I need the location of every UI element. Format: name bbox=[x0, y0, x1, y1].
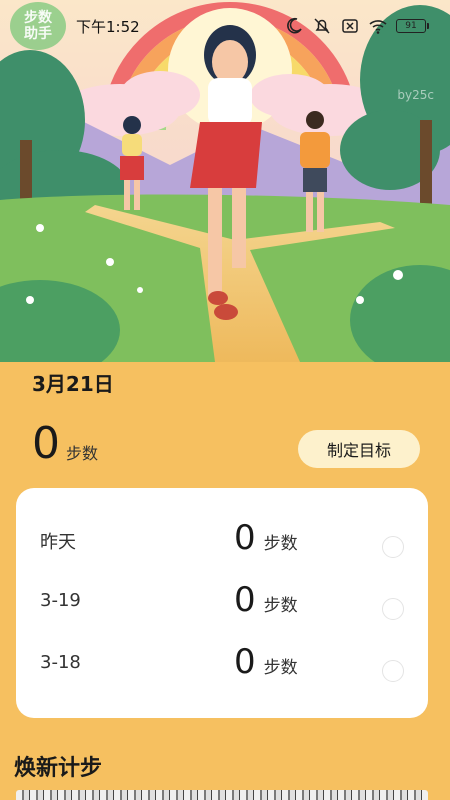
steps-panel: 3月21日 0 步数 制定目标 昨天 0 步数 3-19 0 步数 3-18 0 bbox=[0, 362, 450, 800]
history-row-steps: 0 bbox=[234, 580, 256, 620]
status-bar: 步数 助手 下午1:52 91 bbox=[0, 0, 450, 52]
sim-off-icon bbox=[342, 19, 358, 33]
section-title: 焕新计步 bbox=[14, 756, 103, 781]
today-steps: 0 步数 bbox=[32, 422, 98, 466]
section-preview-image[interactable] bbox=[16, 790, 428, 800]
walking-path-illustration bbox=[0, 0, 450, 362]
history-row-radio[interactable] bbox=[382, 660, 404, 682]
history-row-count: 0 步数 bbox=[234, 642, 298, 682]
history-row-steps: 0 bbox=[234, 642, 256, 682]
history-row-unit: 步数 bbox=[263, 596, 298, 616]
bell-muted-icon bbox=[314, 18, 330, 34]
status-time: 下午1:52 bbox=[76, 17, 140, 36]
battery-icon: 91 bbox=[396, 19, 429, 33]
history-row-label: 3-18 bbox=[40, 652, 81, 673]
history-row-label: 3-19 bbox=[40, 590, 81, 611]
status-left: 步数 助手 下午1:52 bbox=[10, 2, 140, 50]
history-card: 昨天 0 步数 3-19 0 步数 3-18 0 步数 bbox=[16, 488, 428, 718]
history-row[interactable]: 3-18 0 步数 bbox=[16, 642, 428, 704]
today-steps-count: 0 bbox=[32, 418, 60, 469]
status-icons: 91 bbox=[284, 16, 429, 36]
today-steps-unit: 步数 bbox=[66, 444, 99, 463]
app-badge-line-2: 助手 bbox=[24, 26, 52, 42]
hero-illustration bbox=[0, 0, 450, 362]
history-row-label: 昨天 bbox=[40, 532, 76, 553]
wifi-icon bbox=[369, 20, 387, 34]
history-row[interactable]: 3-19 0 步数 bbox=[16, 580, 428, 642]
app-badge[interactable]: 步数 助手 bbox=[10, 2, 66, 50]
history-row-unit: 步数 bbox=[263, 658, 298, 678]
history-row-radio[interactable] bbox=[382, 598, 404, 620]
history-row-steps: 0 bbox=[234, 518, 256, 558]
moon-icon bbox=[287, 17, 302, 34]
battery-level: 91 bbox=[405, 21, 417, 31]
watermark: by25c bbox=[397, 88, 434, 102]
history-row[interactable]: 昨天 0 步数 bbox=[16, 518, 428, 580]
app-badge-line-1: 步数 bbox=[24, 10, 52, 26]
history-row-count: 0 步数 bbox=[234, 518, 298, 558]
set-goal-button[interactable]: 制定目标 bbox=[298, 430, 420, 468]
history-row-radio[interactable] bbox=[382, 536, 404, 558]
history-row-count: 0 步数 bbox=[234, 580, 298, 620]
today-date: 3月21日 bbox=[32, 372, 114, 396]
history-row-unit: 步数 bbox=[263, 534, 298, 554]
